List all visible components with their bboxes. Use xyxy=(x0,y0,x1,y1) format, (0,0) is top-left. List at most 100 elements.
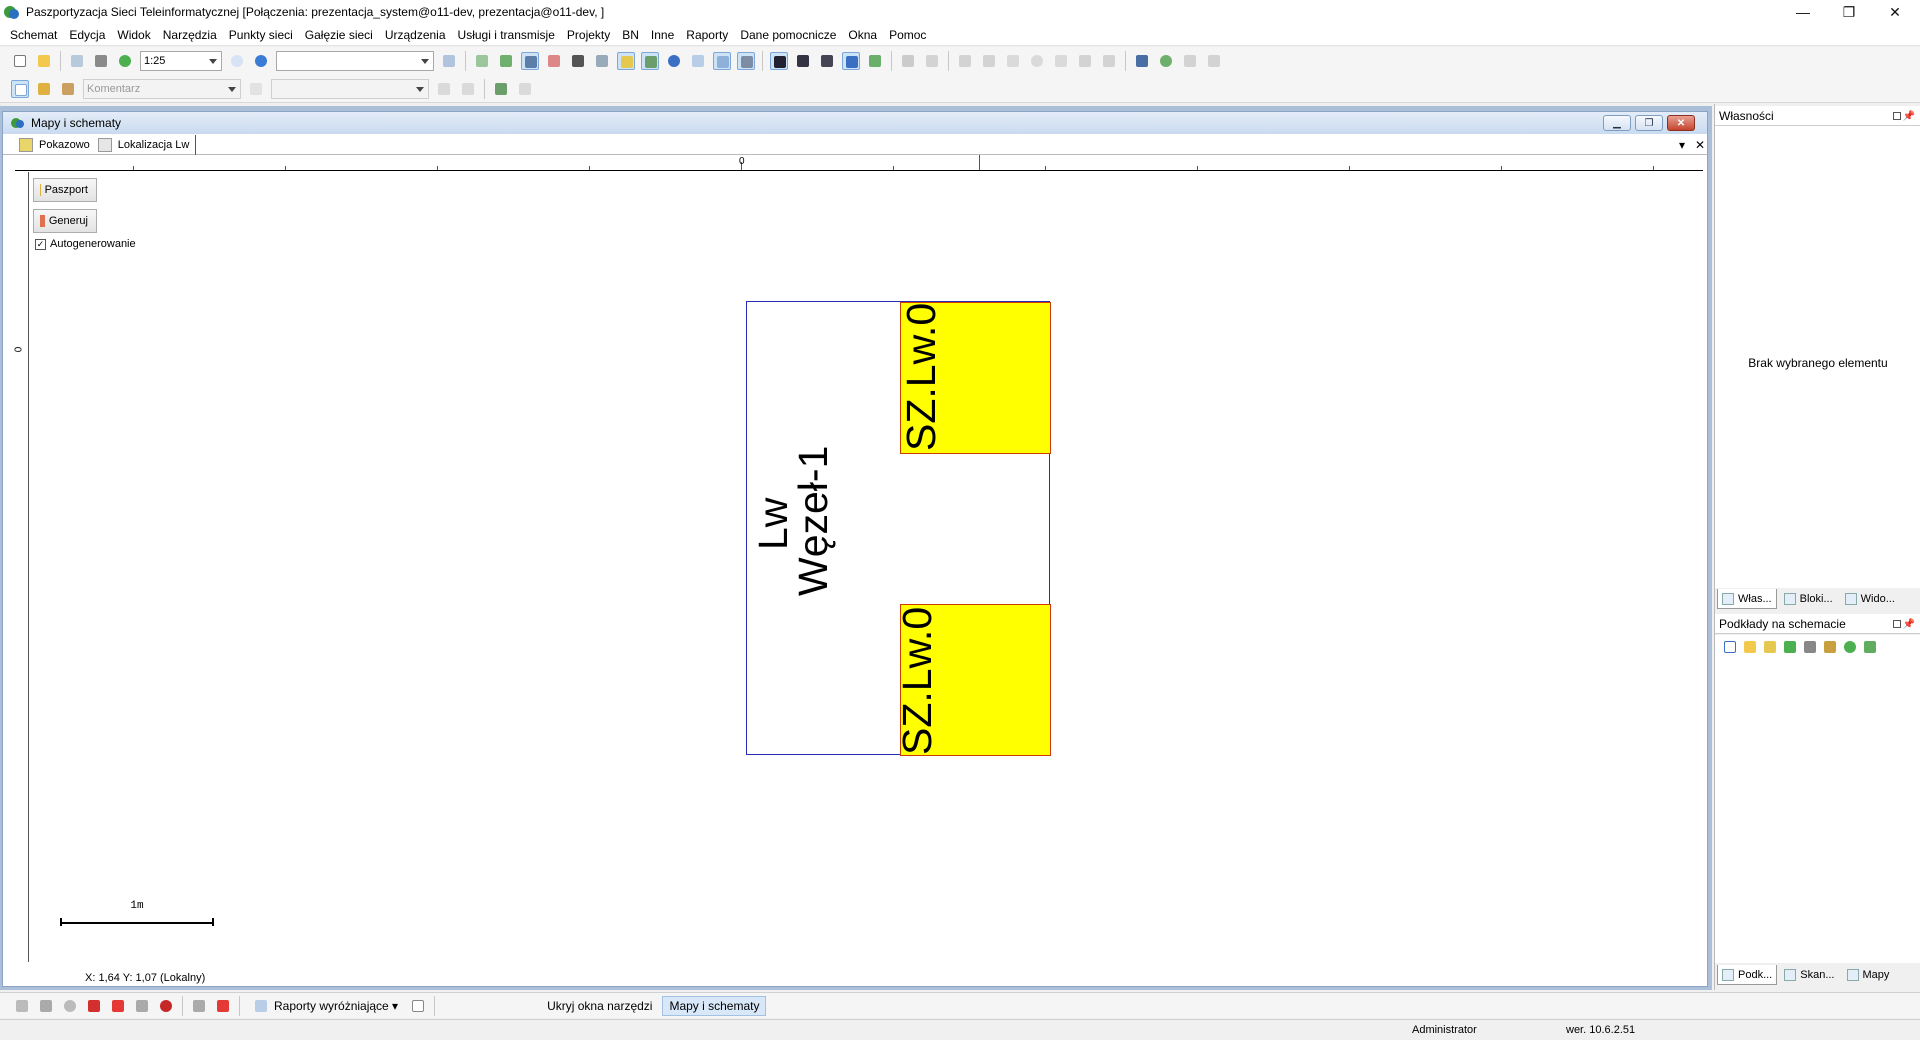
cut-icon[interactable] xyxy=(899,52,917,70)
select-area-icon[interactable] xyxy=(593,52,611,70)
lock-icon[interactable] xyxy=(247,80,265,98)
float-panel-icon[interactable] xyxy=(1893,112,1901,120)
brush-icon[interactable] xyxy=(59,80,77,98)
point-icon[interactable] xyxy=(61,997,79,1015)
corner-tl-icon[interactable] xyxy=(770,52,788,70)
grid-view-icon[interactable] xyxy=(521,52,539,70)
gray-block-icon[interactable] xyxy=(1801,638,1817,654)
hide-tool-windows-button[interactable]: Ukryj okna narzędzi xyxy=(541,996,658,1016)
menu-inne[interactable]: Inne xyxy=(645,28,680,42)
maps-and-schemas-taskbar-button[interactable]: Mapy i schematy xyxy=(662,995,767,1016)
person-icon[interactable] xyxy=(1181,52,1199,70)
tab-mapy[interactable]: Mapy xyxy=(1842,965,1895,985)
new-schema-icon[interactable] xyxy=(11,52,29,70)
tab-pokazowo[interactable]: Pokazowo xyxy=(17,135,96,155)
layer-properties-icon[interactable] xyxy=(440,52,458,70)
info-icon[interactable] xyxy=(665,52,683,70)
copy-layer-icon[interactable] xyxy=(473,52,491,70)
menu-widok[interactable]: Widok xyxy=(111,28,156,42)
table-icon[interactable] xyxy=(689,52,707,70)
document-icon[interactable] xyxy=(1052,52,1070,70)
tab-widoki[interactable]: Wido... xyxy=(1840,589,1900,609)
export-background-icon[interactable] xyxy=(1821,638,1837,654)
float-panel-icon[interactable] xyxy=(1893,620,1901,628)
line-draw-icon[interactable] xyxy=(13,997,31,1015)
menu-okna[interactable]: Okna xyxy=(842,28,883,42)
fit-to-view-icon[interactable] xyxy=(866,52,884,70)
add-background-icon[interactable] xyxy=(1741,638,1757,654)
empty-box-icon[interactable] xyxy=(409,997,427,1015)
polyline-tool-icon[interactable] xyxy=(459,80,477,98)
globe-icon[interactable] xyxy=(1157,52,1175,70)
route-icon[interactable] xyxy=(1133,52,1151,70)
comment-select[interactable]: Komentarz xyxy=(83,78,241,99)
highlight-reports-button[interactable]: Raporty wyróżniające ▾ xyxy=(246,996,404,1016)
binoculars-icon[interactable] xyxy=(569,52,587,70)
zoom-in-icon[interactable] xyxy=(252,52,270,70)
list-view-icon[interactable] xyxy=(713,52,731,70)
print-preview-icon[interactable] xyxy=(68,52,86,70)
red-block-icon[interactable] xyxy=(109,997,127,1015)
layer-select[interactable] xyxy=(276,51,434,71)
style-select[interactable] xyxy=(271,78,429,99)
zoom-out-icon[interactable] xyxy=(228,52,246,70)
line-tool-icon[interactable] xyxy=(435,80,453,98)
close-button[interactable]: ✕ xyxy=(1872,0,1918,24)
cabinet-sz-lw-02[interactable]: SZ.Lw.02 xyxy=(900,604,1051,756)
note-icon[interactable] xyxy=(133,997,151,1015)
tab-close-icon[interactable]: ✕ xyxy=(1695,138,1705,152)
refresh-icon[interactable] xyxy=(1841,638,1857,654)
menu-raporty[interactable]: Raporty xyxy=(680,28,734,42)
remove-element-icon[interactable] xyxy=(516,80,534,98)
split-icon[interactable] xyxy=(980,52,998,70)
circle-icon[interactable] xyxy=(1028,52,1046,70)
child-close-button[interactable]: ✕ xyxy=(1667,115,1695,131)
menu-schemat[interactable]: Schemat xyxy=(4,28,63,42)
tab-list-chevron-icon[interactable]: ▾ xyxy=(1679,138,1685,152)
generate-button[interactable]: Generuj xyxy=(33,209,97,233)
layers-icon[interactable] xyxy=(1100,52,1118,70)
pin-icon[interactable]: 📌 xyxy=(1903,111,1915,122)
schema-background-icon[interactable] xyxy=(1761,638,1777,654)
report-icon[interactable] xyxy=(157,997,175,1015)
puzzle-icon[interactable] xyxy=(1861,638,1877,654)
schema-view-icon[interactable] xyxy=(617,52,635,70)
cabinet-sz-lw-01[interactable]: SZ.Lw.01 xyxy=(900,302,1051,454)
photo-view-icon[interactable] xyxy=(641,52,659,70)
open-folder-icon[interactable] xyxy=(35,52,53,70)
add-element-icon[interactable] xyxy=(492,80,510,98)
route-draw-icon[interactable] xyxy=(37,997,55,1015)
export-icon[interactable] xyxy=(956,52,974,70)
autogenerate-checkbox[interactable]: ✓ Autogenerowanie xyxy=(35,238,136,250)
delete-red-icon[interactable] xyxy=(214,997,232,1015)
pointer-icon[interactable] xyxy=(11,79,29,98)
tab-bloki[interactable]: Bloki... xyxy=(1779,589,1838,609)
child-minimize-button[interactable]: ▁ xyxy=(1603,115,1631,131)
layout-icon[interactable] xyxy=(737,52,755,70)
tab-wlasnosci[interactable]: Włas... xyxy=(1717,589,1777,609)
tab-podklady[interactable]: Podk... xyxy=(1717,965,1778,985)
align-icon[interactable] xyxy=(842,52,860,70)
delete-icon[interactable] xyxy=(1004,52,1022,70)
tab-lokalizacja-lw[interactable]: Lokalizacja Lw xyxy=(96,134,197,155)
menu-galezie-sieci[interactable]: Gałęzie sieci xyxy=(299,28,379,42)
passport-button[interactable]: Paszport xyxy=(33,178,97,202)
menu-dane-pomocnicze[interactable]: Dane pomocnicze xyxy=(734,28,842,42)
minimize-button[interactable]: — xyxy=(1780,0,1826,24)
block-icon[interactable] xyxy=(1076,52,1094,70)
restore-button[interactable]: ❐ xyxy=(1826,0,1872,24)
print-icon[interactable] xyxy=(92,52,110,70)
tree-icon[interactable] xyxy=(1781,638,1797,654)
dotted-grid-icon[interactable] xyxy=(545,52,563,70)
menu-urzadzenia[interactable]: Urządzenia xyxy=(379,28,452,42)
pin-icon[interactable]: 📌 xyxy=(1903,619,1915,630)
check-all-icon[interactable] xyxy=(1721,638,1737,654)
child-restore-button[interactable]: ❐ xyxy=(1635,115,1663,131)
schema-canvas[interactable]: Paszport Generuj ✓ Autogenerowanie Lw Wę… xyxy=(30,172,1702,962)
red-square-icon[interactable] xyxy=(85,997,103,1015)
zoom-select[interactable]: 1:25 xyxy=(140,51,222,71)
map-icon[interactable] xyxy=(497,52,515,70)
frame-icon[interactable] xyxy=(818,52,836,70)
menu-punkty-sieci[interactable]: Punkty sieci xyxy=(223,28,299,42)
menu-projekty[interactable]: Projekty xyxy=(561,28,616,42)
